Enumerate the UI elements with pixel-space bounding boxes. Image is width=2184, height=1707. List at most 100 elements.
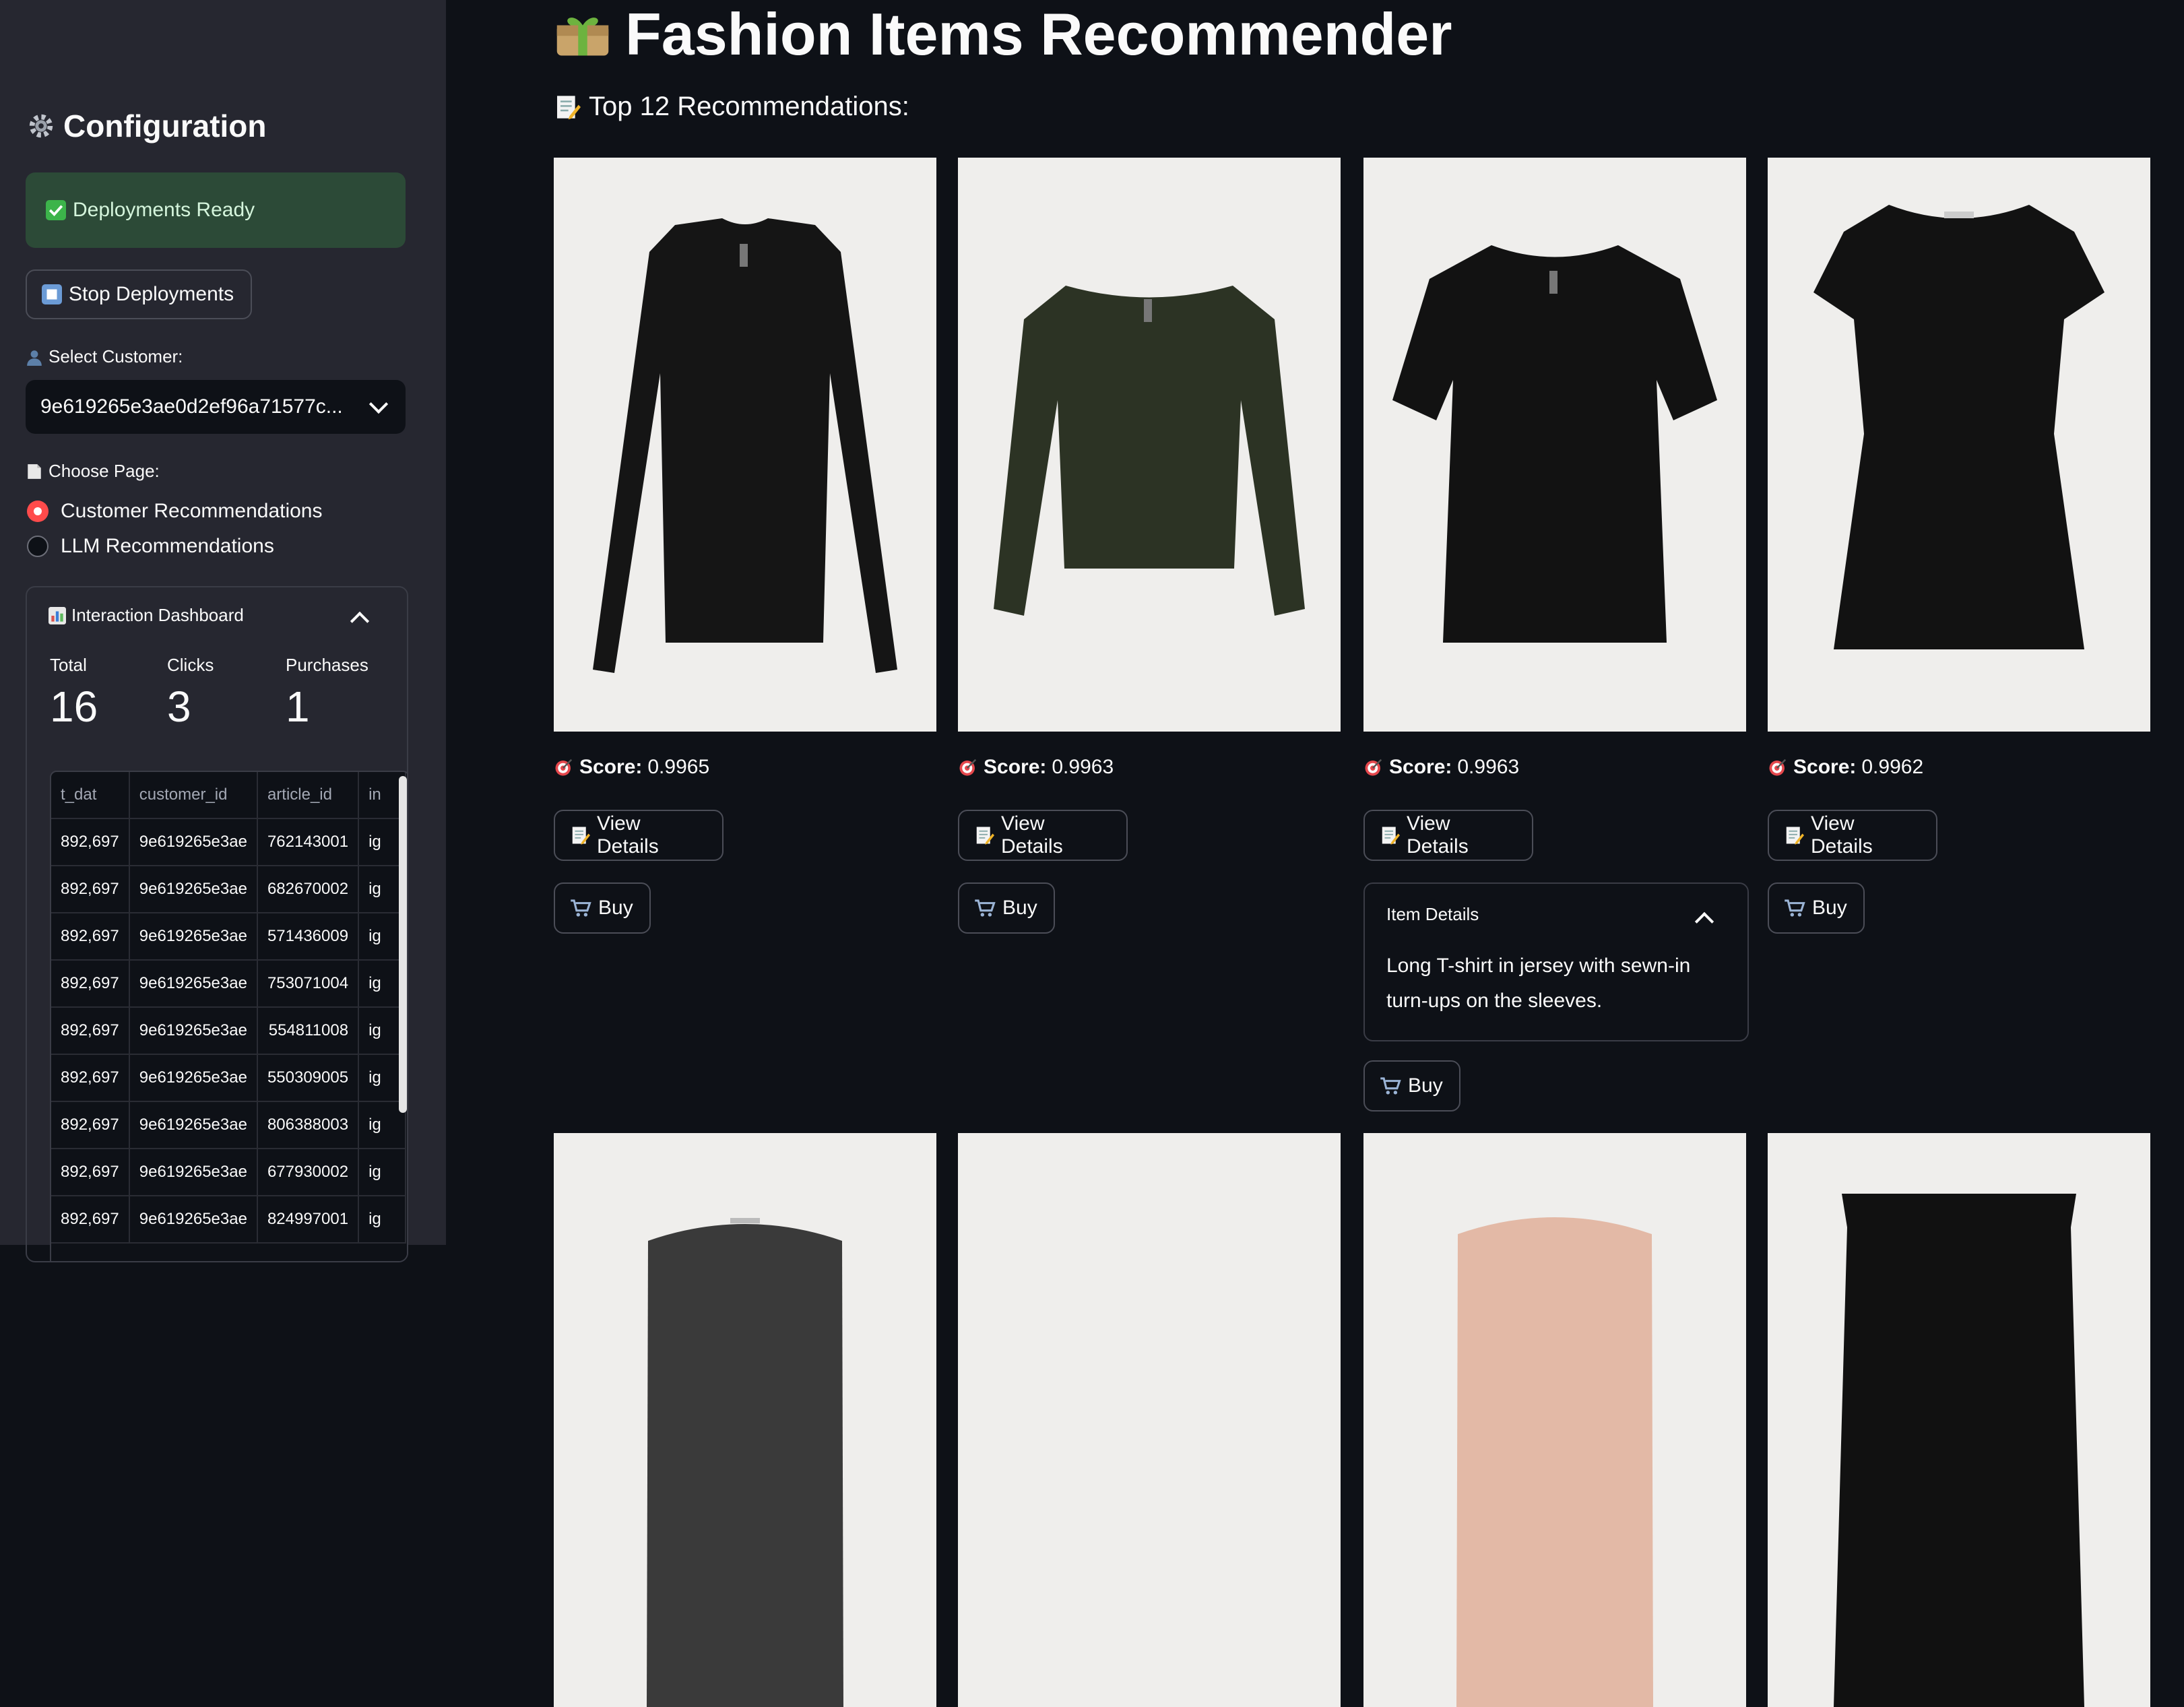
table-cell[interactable]: 554811008 — [257, 1007, 360, 1055]
customer-select[interactable]: 9e619265e3ae0d2ef96a71577c... — [26, 380, 406, 434]
column-header[interactable]: article_id — [257, 772, 360, 819]
table-cell[interactable]: 9e619265e3ae — [129, 1007, 258, 1055]
table-cell[interactable]: 892,697 — [51, 866, 130, 913]
table-cell[interactable]: 571436009 — [257, 913, 360, 961]
table-row[interactable]: 892,697 9e619265e3ae 571436009 ig — [51, 913, 407, 961]
radio-customer-recommendations[interactable]: Customer Recommendations — [27, 500, 323, 523]
metric-clicks-value: 3 — [167, 682, 191, 731]
view-details-button[interactable]: View Details — [554, 810, 724, 861]
table-cell[interactable]: 892,697 — [51, 960, 130, 1008]
item-details-text: Long T-shirt in jersey with sewn-in turn… — [1386, 955, 1691, 1012]
radio-unselected-indicator[interactable] — [27, 536, 49, 557]
view-details-button[interactable]: View Details — [1768, 810, 1937, 861]
table-cell[interactable]: 550309005 — [257, 1054, 360, 1102]
interactions-table[interactable]: t_dat customer_id article_id in 892,697 9… — [50, 771, 407, 1261]
table-cell[interactable]: 892,697 — [51, 913, 130, 961]
radio-label: LLM Recommendations — [61, 535, 274, 557]
product-image[interactable] — [1768, 1133, 2150, 1707]
table-cell[interactable]: 892,697 — [51, 1101, 130, 1149]
table-cell[interactable]: 762143001 — [257, 818, 360, 866]
product-image[interactable] — [554, 158, 936, 732]
table-row[interactable]: 892,697 9e619265e3ae 677930002 ig — [51, 1149, 407, 1196]
chevron-up-icon — [350, 611, 370, 631]
choose-page-label: Choose Page: — [26, 461, 160, 482]
select-customer-label: Select Customer: — [26, 346, 183, 367]
table-cell[interactable]: 753071004 — [257, 960, 360, 1008]
table-row[interactable]: 892,697 9e619265e3ae 682670002 ig — [51, 866, 407, 913]
product-image[interactable] — [1768, 158, 2150, 732]
table-cell[interactable]: 824997001 — [257, 1196, 360, 1244]
table-row[interactable]: 892,697 9e619265e3ae 550309005 ig — [51, 1054, 407, 1102]
table-row[interactable]: 892,697 9e619265e3ae 753071004 ig — [51, 960, 407, 1008]
product-image[interactable] — [1363, 1133, 1746, 1707]
table-row[interactable]: 892,697 9e619265e3ae 554811008 ig — [51, 1007, 407, 1055]
product-image[interactable] — [554, 1133, 936, 1707]
stop-deployments-button[interactable]: Stop Deployments — [26, 269, 252, 319]
table-cell[interactable]: 9e619265e3ae — [129, 818, 258, 866]
table-cell[interactable]: 677930002 — [257, 1149, 360, 1196]
table-row[interactable]: 892,697 9e619265e3ae 762143001 ig — [51, 818, 407, 866]
column-header[interactable]: t_dat — [51, 772, 130, 819]
collapse-toggle[interactable] — [350, 609, 370, 631]
table-cell[interactable]: ig — [358, 1149, 407, 1196]
interactions-grid: t_dat customer_id article_id in 892,697 9… — [51, 772, 407, 1244]
product-image[interactable] — [958, 1133, 1341, 1707]
buy-button[interactable]: Buy — [554, 882, 651, 934]
table-cell[interactable]: 9e619265e3ae — [129, 866, 258, 913]
score-label: Score: — [1389, 756, 1452, 778]
product-image[interactable] — [958, 158, 1341, 732]
cart-icon — [974, 898, 996, 918]
score-value: 0.9963 — [1052, 756, 1114, 778]
main-content: Fashion Items Recommender Top 12 Recomme… — [446, 0, 2184, 1707]
table-scrollbar[interactable] — [399, 776, 407, 1113]
item-details-expander: Item Details Long T-shirt in jersey with… — [1363, 882, 1749, 1041]
table-cell[interactable]: 9e619265e3ae — [129, 960, 258, 1008]
table-cell[interactable]: 9e619265e3ae — [129, 1149, 258, 1196]
table-row[interactable]: 892,697 9e619265e3ae 824997001 ig — [51, 1196, 407, 1244]
memo-icon — [1784, 825, 1804, 845]
table-cell[interactable]: 9e619265e3ae — [129, 1101, 258, 1149]
table-cell[interactable]: 9e619265e3ae — [129, 1196, 258, 1244]
item-details-collapse[interactable] — [1694, 909, 1714, 932]
memo-icon — [570, 825, 590, 845]
table-cell[interactable]: 682670002 — [257, 866, 360, 913]
table-cell[interactable]: 9e619265e3ae — [129, 1054, 258, 1102]
metric-total-label: Total — [50, 655, 87, 675]
table-cell[interactable]: 892,697 — [51, 1054, 130, 1102]
sidebar-title-text: Configuration — [63, 108, 267, 143]
memo-icon — [1380, 825, 1400, 845]
buy-button[interactable]: Buy — [1768, 882, 1865, 934]
chart-icon — [49, 606, 66, 624]
item-details-title[interactable]: Item Details — [1386, 904, 1479, 925]
view-details-button[interactable]: View Details — [1363, 810, 1533, 861]
view-details-label: View Details — [1811, 812, 1873, 858]
table-cell[interactable]: 806388003 — [257, 1101, 360, 1149]
table-row[interactable]: 892,697 9e619265e3ae 806388003 ig — [51, 1101, 407, 1149]
table-cell[interactable]: 892,697 — [51, 1149, 130, 1196]
expander-title: Interaction Dashboard — [71, 605, 244, 625]
table-cell[interactable]: 892,697 — [51, 1007, 130, 1055]
recommendations-subtitle: Top 12 Recommendations: — [554, 92, 909, 122]
chevron-up-icon — [1694, 911, 1714, 932]
score-label: Score: — [984, 756, 1047, 778]
table-cell[interactable]: ig — [358, 1196, 407, 1244]
status-text: Deployments Ready — [73, 199, 255, 221]
buy-button[interactable]: Buy — [1363, 1060, 1460, 1112]
column-header[interactable]: customer_id — [129, 772, 258, 819]
metric-clicks-label: Clicks — [167, 655, 214, 675]
buy-button[interactable]: Buy — [958, 882, 1055, 934]
table-cell[interactable]: 9e619265e3ae — [129, 913, 258, 961]
expander-header[interactable]: Interaction Dashboard — [49, 605, 244, 626]
radio-llm-recommendations[interactable]: LLM Recommendations — [27, 535, 274, 558]
score-value: 0.9965 — [647, 756, 710, 778]
user-icon — [26, 348, 43, 366]
table-cell[interactable]: 892,697 — [51, 818, 130, 866]
page-icon — [26, 463, 43, 480]
table-cell[interactable]: 892,697 — [51, 1196, 130, 1244]
score-label: Score: — [1793, 756, 1857, 778]
product-image[interactable] — [1363, 158, 1746, 732]
view-details-button[interactable]: View Details — [958, 810, 1128, 861]
select-customer-label-text: Select Customer: — [49, 346, 183, 366]
target-icon — [1768, 757, 1788, 777]
radio-selected-indicator[interactable] — [27, 501, 49, 522]
